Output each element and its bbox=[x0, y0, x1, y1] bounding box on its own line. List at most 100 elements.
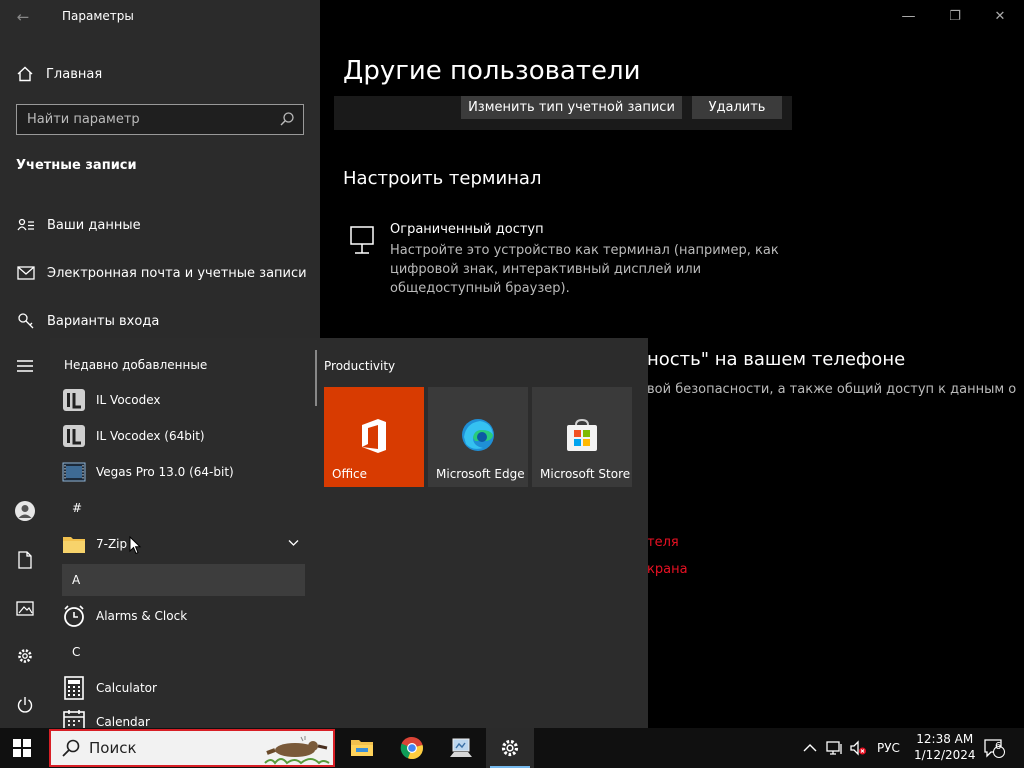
windows-start-icon[interactable] bbox=[12, 738, 32, 758]
search-icon[interactable] bbox=[279, 111, 295, 127]
tile-label: Microsoft Edge bbox=[436, 467, 525, 481]
kiosk-description: Настройте это устройство как терминал (н… bbox=[390, 243, 779, 296]
tray-chevron-up-icon[interactable] bbox=[803, 728, 817, 768]
taskbar-search-box[interactable]: Поиск bbox=[49, 729, 335, 767]
mail-icon bbox=[16, 266, 36, 280]
start-rail bbox=[0, 338, 50, 728]
list-item[interactable]: IL Vocodex (64bit) bbox=[62, 420, 305, 452]
app-label: Alarms & Clock bbox=[96, 609, 188, 623]
window-title: Параметры bbox=[62, 9, 134, 23]
search-placeholder: Найти параметр bbox=[27, 112, 140, 127]
kiosk-heading: Настроить терминал bbox=[343, 168, 542, 189]
language-indicator[interactable]: РУС bbox=[877, 728, 900, 768]
minimize-button[interactable]: — bbox=[895, 6, 923, 28]
sidebar-home-label: Главная bbox=[46, 66, 103, 82]
kiosk-icon bbox=[350, 226, 374, 254]
il-vocodex-icon bbox=[62, 388, 86, 412]
page-title: Другие пользователи bbox=[343, 56, 641, 86]
settings-search-input[interactable]: Найти параметр bbox=[16, 104, 304, 135]
notification-count: 6 bbox=[995, 741, 1002, 752]
link-fragment-2[interactable]: крана bbox=[647, 562, 688, 577]
store-icon bbox=[567, 418, 597, 451]
chrome-icon bbox=[400, 736, 424, 760]
pictures-icon[interactable] bbox=[14, 597, 36, 619]
sidebar-home[interactable]: Главная bbox=[16, 62, 102, 86]
office-icon bbox=[362, 419, 386, 453]
sidebar-item-sign-in[interactable]: Варианты входа bbox=[16, 309, 159, 333]
clock-time: 12:38 AM bbox=[916, 732, 974, 746]
tile-label: Microsoft Store bbox=[540, 467, 631, 481]
tiles-group-title: Productivity bbox=[324, 359, 396, 373]
documents-icon[interactable] bbox=[14, 549, 36, 571]
home-icon bbox=[17, 66, 33, 82]
change-account-type-button[interactable]: Изменить тип учетной записи bbox=[461, 96, 682, 119]
sidebar-item-your-info[interactable]: Ваши данные bbox=[16, 213, 141, 237]
tile-label: Office bbox=[332, 467, 368, 481]
network-icon[interactable] bbox=[826, 728, 844, 768]
user-avatar-icon[interactable] bbox=[14, 500, 36, 522]
tile-microsoft-store[interactable]: Microsoft Store bbox=[532, 387, 632, 487]
folder-icon bbox=[62, 532, 86, 556]
clock-date: 1/12/2024 bbox=[914, 748, 976, 762]
app-label: IL Vocodex (64bit) bbox=[96, 429, 205, 443]
close-button[interactable]: ✕ bbox=[986, 6, 1014, 28]
file-explorer-icon bbox=[351, 740, 373, 756]
letter-header-c[interactable]: C bbox=[62, 636, 305, 668]
back-button[interactable]: ← bbox=[12, 6, 34, 28]
list-item[interactable]: Calculator bbox=[62, 672, 305, 704]
network-app-icon bbox=[450, 738, 472, 757]
sidebar-item-label: Варианты входа bbox=[47, 313, 160, 329]
key-icon bbox=[16, 312, 36, 330]
tile-office[interactable]: Office bbox=[324, 387, 424, 487]
taskbar-file-explorer[interactable] bbox=[338, 728, 386, 768]
app-label: Vegas Pro 13.0 (64-bit) bbox=[96, 465, 234, 479]
list-item[interactable]: IL Vocodex bbox=[62, 384, 305, 416]
phone-heading-fragment: ность" на вашем телефоне bbox=[647, 349, 906, 370]
sidebar-item-label: Ваши данные bbox=[47, 217, 141, 233]
app-label: IL Vocodex bbox=[96, 393, 161, 407]
sidebar-item-label: Электронная почта и учетные записи bbox=[47, 265, 307, 281]
link-fragment-1[interactable]: теля bbox=[647, 535, 679, 550]
power-icon[interactable] bbox=[14, 694, 36, 716]
taskbar-chrome[interactable] bbox=[388, 728, 436, 768]
tile-microsoft-edge[interactable]: Microsoft Edge bbox=[428, 387, 528, 487]
start-scrollbar[interactable] bbox=[315, 350, 317, 406]
section-title: Учетные записи bbox=[16, 158, 137, 173]
app-label: 7-Zip bbox=[96, 537, 128, 551]
edge-icon bbox=[462, 419, 494, 451]
settings-gear-icon[interactable] bbox=[14, 645, 36, 667]
list-item[interactable]: Alarms & Clock bbox=[62, 600, 305, 632]
person-card-icon bbox=[16, 217, 36, 233]
letter-header-hash[interactable]: # bbox=[62, 492, 305, 524]
taskbar-settings[interactable] bbox=[486, 728, 534, 768]
delete-button[interactable]: Удалить bbox=[692, 96, 782, 119]
kiosk-title[interactable]: Ограниченный доступ bbox=[390, 222, 544, 237]
list-item[interactable]: Vegas Pro 13.0 (64-bit) bbox=[62, 456, 305, 488]
letter-header-a[interactable]: A bbox=[62, 564, 305, 596]
vegas-pro-icon bbox=[62, 460, 86, 484]
list-item-7zip[interactable]: 7-Zip bbox=[62, 528, 305, 560]
notification-center-icon[interactable]: 6 bbox=[983, 728, 1005, 768]
volume-muted-icon[interactable] bbox=[849, 728, 867, 768]
search-highlight-illustration bbox=[264, 736, 330, 765]
restore-button[interactable]: ❐ bbox=[941, 6, 969, 28]
list-item[interactable]: Calendar bbox=[62, 708, 305, 728]
calendar-icon bbox=[62, 708, 86, 728]
phone-description-fragment: вой безопасности, а также общий доступ к… bbox=[647, 382, 1017, 397]
settings-gear-icon bbox=[501, 739, 519, 757]
chevron-down-icon[interactable] bbox=[288, 539, 299, 547]
taskbar-clock[interactable]: 12:38 AM 1/12/2024 bbox=[914, 731, 976, 763]
calculator-icon bbox=[62, 676, 86, 700]
taskbar-remote-app[interactable] bbox=[437, 728, 485, 768]
app-label: Calendar bbox=[96, 715, 150, 728]
hamburger-icon[interactable] bbox=[14, 355, 36, 377]
taskbar: Поиск РУС 12:38 AM 1/12/2024 6 bbox=[0, 728, 1024, 768]
il-vocodex-icon bbox=[62, 424, 86, 448]
mouse-cursor-icon bbox=[129, 536, 142, 555]
sidebar-item-email[interactable]: Электронная почта и учетные записи bbox=[16, 261, 307, 285]
recent-header: Недавно добавленные bbox=[64, 358, 208, 372]
search-icon bbox=[62, 739, 80, 757]
taskbar-search-label: Поиск bbox=[89, 739, 137, 757]
app-label: Calculator bbox=[96, 681, 157, 695]
alarm-clock-icon bbox=[62, 604, 86, 628]
